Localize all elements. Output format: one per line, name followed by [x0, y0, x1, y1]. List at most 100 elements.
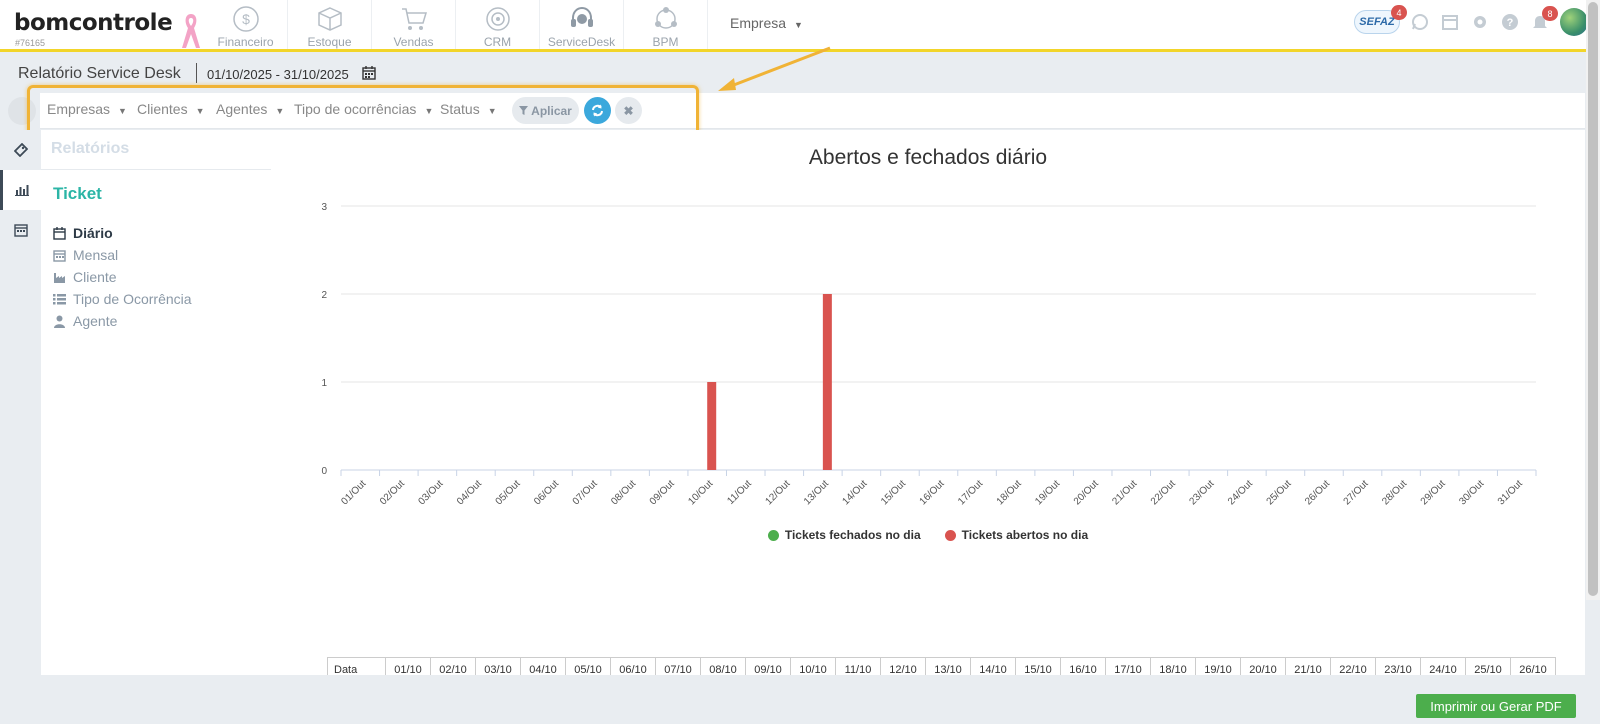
- bar-abertos: [822, 294, 832, 470]
- legend-item-abertos[interactable]: Tickets abertos no dia: [944, 528, 1089, 542]
- x-tick-label: 01/Out: [339, 478, 368, 507]
- caret-down-icon: ▼: [794, 20, 803, 30]
- nav-financeiro[interactable]: $ Financeiro: [204, 0, 288, 49]
- sidebar-item-cliente[interactable]: Cliente: [53, 266, 192, 288]
- gear-icon[interactable]: [1470, 12, 1490, 32]
- bar-chart-icon[interactable]: [0, 170, 41, 210]
- x-tick-label: 14/Out: [841, 478, 870, 507]
- calendar-icon[interactable]: [0, 210, 41, 250]
- x-tick-label: 06/Out: [532, 478, 561, 507]
- sidebar-item-agente[interactable]: Agente: [53, 310, 192, 332]
- x-tick-label: 09/Out: [648, 478, 677, 507]
- sidebar-item-tipo-ocorrencia[interactable]: Tipo de Ocorrência: [53, 288, 192, 310]
- x-tick-label: 11/Out: [725, 478, 754, 507]
- x-tick-label: 22/Out: [1149, 478, 1178, 507]
- table-header-cell: Data: [328, 658, 386, 675]
- table-header-cell: 04/10: [521, 658, 566, 675]
- nav-bpm[interactable]: BPM: [624, 0, 708, 49]
- table-header-cell: 22/10: [1331, 658, 1376, 675]
- whatsapp-icon[interactable]: [1410, 12, 1430, 32]
- sidebar-item-mensal[interactable]: Mensal: [53, 244, 192, 266]
- page-title: Relatório Service Desk: [18, 65, 181, 82]
- calendar-icon[interactable]: [362, 66, 376, 80]
- filter-status[interactable]: Status ▼: [440, 101, 497, 117]
- caret-down-icon: ▼: [424, 106, 434, 116]
- top-right-tools: SEFAZ 4 ? 8: [1354, 5, 1588, 36]
- nav-label: CRM: [483, 35, 512, 49]
- logo[interactable]: bomcontrole: [14, 10, 173, 36]
- table-header-cell: 10/10: [791, 658, 836, 675]
- table-header-cell: 16/10: [1061, 658, 1106, 675]
- filter-clientes[interactable]: Clientes ▼: [137, 101, 205, 117]
- table-header-cell: 14/10: [971, 658, 1016, 675]
- clear-filters-button[interactable]: ✖: [615, 97, 642, 124]
- network-icon: [654, 7, 677, 29]
- y-tick-label: 1: [321, 378, 327, 389]
- x-tick-label: 30/Out: [1457, 478, 1486, 507]
- sidebar-item-label: Mensal: [73, 247, 119, 263]
- scrollbar-thumb[interactable]: [1588, 2, 1598, 596]
- filter-tipo-ocorrencias[interactable]: Tipo de ocorrências ▼: [294, 101, 433, 117]
- table-header-cell: 25/10: [1466, 658, 1511, 675]
- x-tick-label: 24/Out: [1226, 478, 1255, 507]
- x-tick-label: 31/Out: [1496, 478, 1525, 507]
- refresh-button[interactable]: [584, 97, 611, 124]
- x-tick-label: 29/Out: [1419, 478, 1448, 507]
- caret-down-icon: ▼: [275, 106, 285, 116]
- sefaz-button[interactable]: SEFAZ 4: [1354, 5, 1407, 34]
- filter-agentes[interactable]: Agentes ▼: [216, 101, 284, 117]
- report-sidebar: Relatórios Ticket Diário Mensal Cliente …: [41, 130, 271, 675]
- box-icon: [317, 7, 342, 31]
- bell-icon[interactable]: 8: [1530, 6, 1558, 32]
- sidebar-item-label: Cliente: [73, 269, 117, 285]
- data-table: Data 01/10 02/10 03/10 04/10 05/10 06/10 07/10…: [327, 657, 1556, 675]
- table-header-cell: 21/10: [1286, 658, 1331, 675]
- y-tick-label: 2: [321, 290, 327, 301]
- x-tick-label: 25/Out: [1265, 478, 1294, 507]
- table-header-cell: 03/10: [476, 658, 521, 675]
- sefaz-badge: 4: [1391, 5, 1407, 20]
- nav-crm[interactable]: CRM: [456, 0, 540, 49]
- table-header-cell: 06/10: [611, 658, 656, 675]
- divider: [196, 63, 197, 83]
- sidebar-item-diario[interactable]: Diário: [53, 222, 192, 244]
- y-tick-label: 0: [321, 466, 327, 477]
- collapse-toggle[interactable]: [8, 97, 36, 125]
- filter-empresas[interactable]: Empresas ▼: [47, 101, 127, 117]
- x-tick-label: 05/Out: [494, 478, 523, 507]
- apply-button[interactable]: Aplicar: [512, 97, 579, 124]
- x-tick-label: 16/Out: [918, 478, 947, 507]
- table-header-cell: 20/10: [1241, 658, 1286, 675]
- group-title-ticket[interactable]: Ticket: [53, 184, 102, 204]
- x-tick-label: 07/Out: [571, 478, 600, 507]
- legend-item-fechados[interactable]: Tickets fechados no dia: [767, 528, 921, 542]
- x-tick-label: 19/Out: [1033, 478, 1062, 507]
- caret-down-icon: ▼: [118, 106, 127, 116]
- sefaz-label: SEFAZ: [1359, 16, 1395, 28]
- help-icon[interactable]: ?: [1500, 12, 1520, 32]
- avatar[interactable]: [1560, 8, 1588, 36]
- legend-label: Tickets fechados no dia: [784, 528, 921, 542]
- filter-label: Agentes: [216, 101, 268, 117]
- divider: [41, 169, 271, 170]
- sidebar-item-label: Diário: [73, 225, 113, 241]
- list-icon: [53, 293, 66, 304]
- nav-servicedesk[interactable]: ServiceDesk: [540, 0, 624, 49]
- nav-estoque[interactable]: Estoque: [288, 0, 372, 49]
- x-tick-label: 20/Out: [1072, 478, 1101, 507]
- x-tick-label: 28/Out: [1380, 478, 1409, 507]
- nav-label: Vendas: [393, 35, 434, 49]
- print-pdf-button[interactable]: Imprimir ou Gerar PDF: [1416, 694, 1576, 718]
- date-range[interactable]: 01/10/2025 - 31/10/2025: [207, 67, 349, 82]
- table-header-cell: 12/10: [881, 658, 926, 675]
- x-tick-label: 18/Out: [995, 478, 1024, 507]
- nav-vendas[interactable]: Vendas: [372, 0, 456, 49]
- table-header-cell: 17/10: [1106, 658, 1151, 675]
- x-tick-label: 21/Out: [1110, 478, 1139, 507]
- ticket-icon[interactable]: [0, 130, 41, 170]
- caret-down-icon: ▼: [487, 106, 497, 116]
- calendar-icon[interactable]: [1440, 12, 1460, 32]
- legend-label: Tickets abertos no dia: [961, 528, 1089, 542]
- table-header-cell: 24/10: [1421, 658, 1466, 675]
- empresa-dropdown[interactable]: Empresa ▼: [730, 15, 803, 31]
